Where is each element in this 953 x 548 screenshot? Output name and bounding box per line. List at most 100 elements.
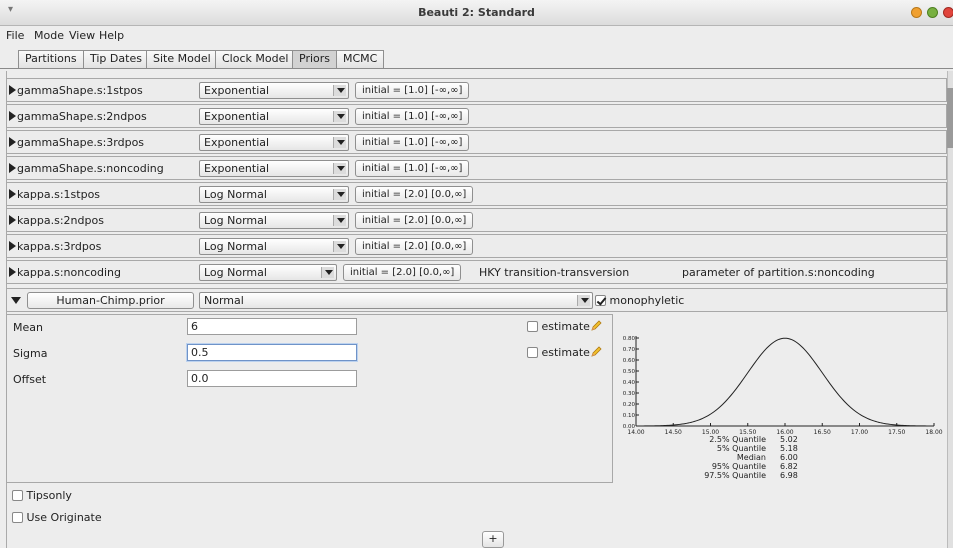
initial-button[interactable]: initial = [2.0] [0.0,∞] bbox=[355, 186, 474, 203]
chevron-down-icon bbox=[333, 111, 346, 122]
menu-file[interactable]: File bbox=[6, 29, 24, 42]
use-originate-checkbox[interactable]: Use Originate bbox=[12, 511, 102, 524]
chevron-down-icon bbox=[333, 241, 346, 252]
initial-button[interactable]: initial = [1.0] [-∞,∞] bbox=[355, 160, 470, 177]
prior-row: kappa.s:1stpos Log Normal initial = [2.0… bbox=[6, 182, 947, 206]
quantile-label: 2.5% Quantile bbox=[709, 435, 766, 444]
checkbox-icon bbox=[12, 490, 23, 501]
prior-expand[interactable]: gammaShape.s:3rdpos bbox=[9, 136, 144, 149]
prior-expand[interactable]: kappa.s:noncoding bbox=[9, 266, 121, 279]
tab-clock-model[interactable]: Clock Model bbox=[215, 50, 296, 68]
tab-site-model[interactable]: Site Model bbox=[146, 50, 218, 68]
quantile-value: 6.98 bbox=[780, 471, 798, 480]
close-button[interactable] bbox=[943, 7, 953, 18]
distribution-value: Normal bbox=[204, 294, 244, 307]
initial-button[interactable]: initial = [2.0] [0.0,∞] bbox=[343, 264, 462, 281]
chevron-down-icon bbox=[577, 295, 590, 306]
initial-button[interactable]: initial = [1.0] [-∞,∞] bbox=[355, 108, 470, 125]
prior-description-partition: parameter of partition.s:noncoding bbox=[682, 266, 875, 279]
tipsonly-label: Tipsonly bbox=[26, 489, 72, 502]
quantile-value: 5.02 bbox=[780, 435, 798, 444]
tab-partitions[interactable]: Partitions bbox=[18, 50, 84, 68]
distribution-value: Exponential bbox=[204, 136, 270, 149]
checkbox-icon bbox=[595, 295, 606, 306]
expand-triangle-icon bbox=[9, 241, 16, 251]
y-tick-label: 0.60 bbox=[623, 358, 636, 364]
offset-input[interactable]: 0.0 bbox=[187, 370, 357, 387]
menu-bar: File Mode View Help bbox=[0, 26, 953, 46]
add-prior-button[interactable]: + bbox=[482, 531, 504, 548]
taxon-set-button[interactable]: Human-Chimp.prior bbox=[27, 292, 194, 309]
distribution-value: Log Normal bbox=[204, 214, 267, 227]
menu-view[interactable]: View bbox=[69, 29, 95, 42]
estimate-checkbox[interactable]: estimate bbox=[527, 346, 602, 359]
quantile-label: 97.5% Quantile bbox=[704, 471, 766, 480]
distribution-select[interactable]: Exponential bbox=[199, 108, 349, 125]
distribution-select[interactable]: Exponential bbox=[199, 160, 349, 177]
y-tick-label: 0.50 bbox=[623, 369, 636, 375]
prior-expand[interactable]: gammaShape.s:noncoding bbox=[9, 162, 164, 175]
y-tick-label: 0.40 bbox=[623, 380, 636, 386]
estimate-label: estimate bbox=[541, 346, 590, 359]
checkbox-icon bbox=[527, 321, 538, 332]
mean-input[interactable]: 6 bbox=[187, 318, 357, 335]
y-tick-label: 0.30 bbox=[623, 391, 636, 397]
prior-expand[interactable]: gammaShape.s:1stpos bbox=[9, 84, 143, 97]
scrollbar-thumb[interactable] bbox=[947, 88, 953, 148]
prior-expand[interactable]: kappa.s:1stpos bbox=[9, 188, 100, 201]
prior-row: gammaShape.s:1stpos Exponential initial … bbox=[6, 78, 947, 102]
distribution-value: Exponential bbox=[204, 84, 270, 97]
minimize-button[interactable] bbox=[911, 7, 922, 18]
x-tick-label: 17.50 bbox=[888, 429, 905, 436]
collapse-triangle-icon[interactable] bbox=[11, 297, 21, 304]
initial-button[interactable]: initial = [1.0] [-∞,∞] bbox=[355, 134, 470, 151]
distribution-select[interactable]: Normal bbox=[199, 292, 593, 309]
distribution-select[interactable]: Exponential bbox=[199, 134, 349, 151]
distribution-value: Exponential bbox=[204, 110, 270, 123]
prior-expand[interactable]: gammaShape.s:2ndpos bbox=[9, 110, 147, 123]
distribution-select[interactable]: Exponential bbox=[199, 82, 349, 99]
param-label: Offset bbox=[13, 373, 47, 386]
initial-button[interactable]: initial = [1.0] [-∞,∞] bbox=[355, 82, 470, 99]
x-tick-label: 16.50 bbox=[814, 429, 831, 436]
tab-priors[interactable]: Priors bbox=[292, 50, 338, 68]
distribution-select[interactable]: Log Normal bbox=[199, 264, 337, 281]
distribution-select[interactable]: Log Normal bbox=[199, 238, 349, 255]
quantile-label: 95% Quantile bbox=[711, 462, 766, 471]
estimate-checkbox[interactable]: estimate bbox=[527, 320, 602, 333]
menu-help[interactable]: Help bbox=[99, 29, 124, 42]
monophyletic-checkbox[interactable]: monophyletic bbox=[595, 294, 684, 307]
menu-mode[interactable]: Mode bbox=[34, 29, 64, 42]
sigma-input[interactable]: 0.5 bbox=[187, 344, 357, 361]
initial-button[interactable]: initial = [2.0] [0.0,∞] bbox=[355, 238, 474, 255]
quantile-value: 5.18 bbox=[780, 444, 798, 453]
distribution-select[interactable]: Log Normal bbox=[199, 186, 349, 203]
prior-name: kappa.s:1stpos bbox=[17, 188, 101, 201]
x-tick-label: 14.00 bbox=[627, 429, 644, 436]
distribution-select[interactable]: Log Normal bbox=[199, 212, 349, 229]
prior-expand[interactable]: kappa.s:2ndpos bbox=[9, 214, 104, 227]
prior-row: kappa.s:noncoding Log Normal initial = [… bbox=[6, 260, 947, 284]
prior-name: kappa.s:3rdpos bbox=[17, 240, 102, 253]
distribution-value: Log Normal bbox=[204, 266, 267, 279]
initial-button[interactable]: initial = [2.0] [0.0,∞] bbox=[355, 212, 474, 229]
prior-name: gammaShape.s:2ndpos bbox=[17, 110, 147, 123]
prior-name: kappa.s:noncoding bbox=[17, 266, 122, 279]
density-curve bbox=[636, 337, 934, 427]
prior-description: HKY transition-transversion bbox=[479, 266, 630, 279]
chevron-down-icon bbox=[333, 215, 346, 226]
tab-mcmc[interactable]: MCMC bbox=[336, 50, 385, 68]
x-tick-label: 18.00 bbox=[925, 429, 942, 436]
tab-tip-dates[interactable]: Tip Dates bbox=[83, 50, 149, 68]
maximize-button[interactable] bbox=[927, 7, 938, 18]
use-originate-label: Use Originate bbox=[26, 511, 102, 524]
prior-expand[interactable]: kappa.s:3rdpos bbox=[9, 240, 101, 253]
prior-name: gammaShape.s:noncoding bbox=[17, 162, 164, 175]
prior-row: kappa.s:2ndpos Log Normal initial = [2.0… bbox=[6, 208, 947, 232]
monophyletic-label: monophyletic bbox=[609, 294, 685, 307]
tipsonly-checkbox[interactable]: Tipsonly bbox=[12, 489, 72, 502]
x-tick-label: 17.00 bbox=[851, 429, 868, 436]
y-tick-label: 0.20 bbox=[623, 402, 636, 408]
expand-triangle-icon bbox=[9, 85, 16, 95]
pencil-icon bbox=[591, 320, 602, 331]
